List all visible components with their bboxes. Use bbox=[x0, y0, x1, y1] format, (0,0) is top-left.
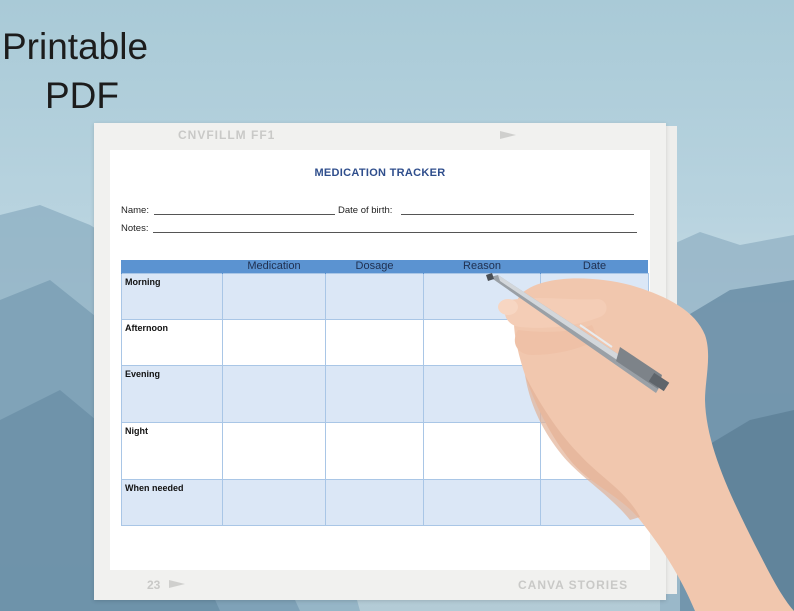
dob-field[interactable] bbox=[401, 214, 634, 215]
hand-with-pen-illustration bbox=[486, 273, 794, 611]
promo-line-2: PDF bbox=[45, 74, 119, 116]
header-blank bbox=[121, 260, 223, 274]
table-cell[interactable] bbox=[222, 422, 326, 480]
table-cell[interactable] bbox=[222, 365, 326, 423]
row-label-evening: Evening bbox=[121, 365, 223, 423]
header-dosage: Dosage bbox=[325, 260, 424, 274]
table-cell[interactable] bbox=[325, 365, 424, 423]
promo-text: Printable PDF bbox=[0, 26, 170, 117]
film-arrow-icon bbox=[500, 131, 516, 139]
dob-label: Date of birth: bbox=[338, 205, 393, 216]
page-title: MEDICATION TRACKER bbox=[314, 167, 446, 179]
table-cell[interactable] bbox=[222, 273, 326, 320]
row-label-night: Night bbox=[121, 422, 223, 480]
row-label-when-needed: When needed bbox=[121, 479, 223, 526]
header-medication: Medication bbox=[222, 260, 326, 274]
table-cell[interactable] bbox=[222, 479, 326, 526]
notes-field[interactable] bbox=[153, 232, 637, 233]
row-label-morning: Morning bbox=[121, 273, 223, 320]
table-cell[interactable] bbox=[325, 273, 424, 320]
name-field[interactable] bbox=[154, 214, 335, 215]
film-arrow-icon bbox=[169, 580, 185, 588]
table-cell[interactable] bbox=[325, 319, 424, 366]
table-cell[interactable] bbox=[222, 319, 326, 366]
notes-label: Notes: bbox=[121, 223, 149, 234]
film-code: CNVFILLM FF1 bbox=[178, 128, 276, 142]
name-label: Name: bbox=[121, 205, 149, 216]
table-cell[interactable] bbox=[325, 422, 424, 480]
table-cell[interactable] bbox=[325, 479, 424, 526]
film-frame-number: 23 bbox=[147, 578, 161, 592]
promo-line-1: Printable bbox=[2, 26, 149, 67]
row-label-afternoon: Afternoon bbox=[121, 319, 223, 366]
